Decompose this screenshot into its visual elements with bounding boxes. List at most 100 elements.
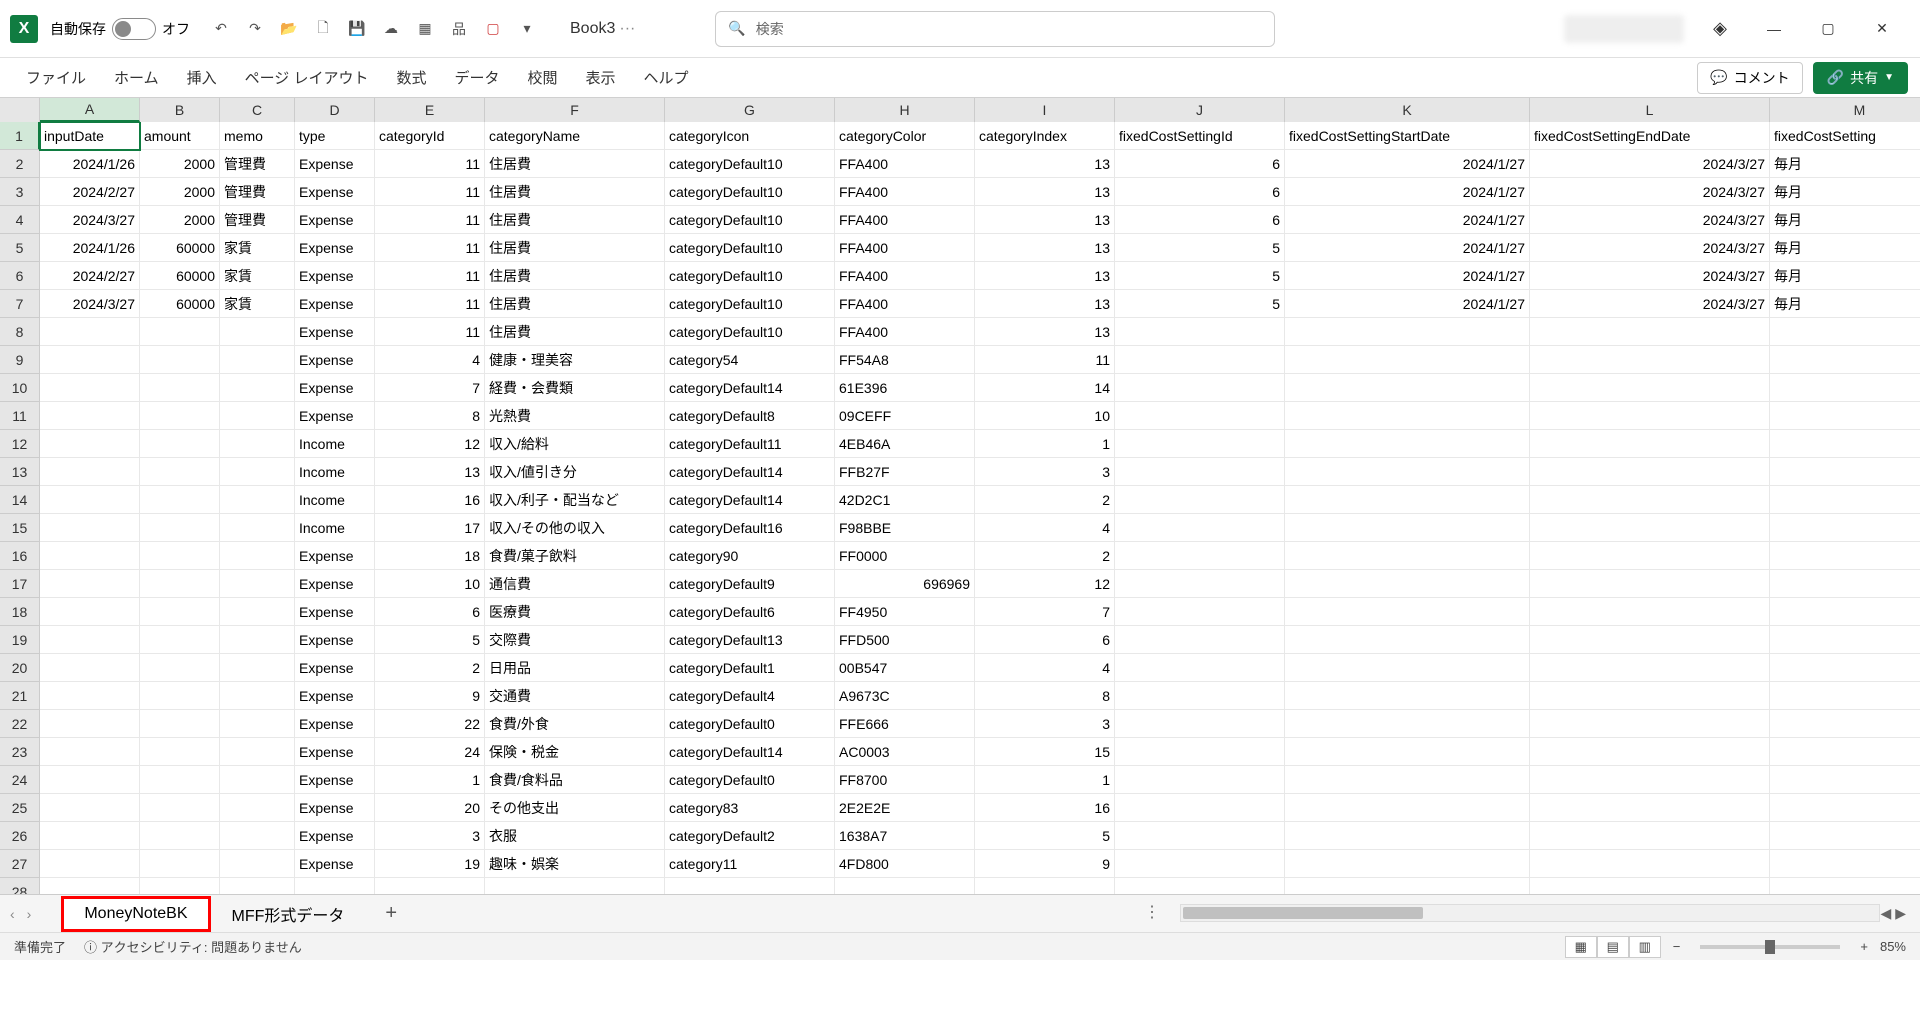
cell-H4[interactable]: FFA400	[835, 206, 975, 234]
cell-I15[interactable]: 4	[975, 514, 1115, 542]
column-header-J[interactable]: J	[1115, 98, 1285, 122]
cell-A14[interactable]	[40, 486, 140, 514]
cell-J12[interactable]	[1115, 430, 1285, 458]
cell-F11[interactable]: 光熱費	[485, 402, 665, 430]
cell-H21[interactable]: A9673C	[835, 682, 975, 710]
cell-G4[interactable]: categoryDefault10	[665, 206, 835, 234]
cell-I17[interactable]: 12	[975, 570, 1115, 598]
cell-C1[interactable]: memo	[220, 122, 295, 150]
cell-M1[interactable]: fixedCostSetting	[1770, 122, 1920, 150]
cell-C20[interactable]	[220, 654, 295, 682]
cell-G7[interactable]: categoryDefault10	[665, 290, 835, 318]
cell-L16[interactable]	[1530, 542, 1770, 570]
cell-D18[interactable]: Expense	[295, 598, 375, 626]
cell-I24[interactable]: 1	[975, 766, 1115, 794]
row-header-19[interactable]: 19	[0, 626, 40, 654]
row-header-26[interactable]: 26	[0, 822, 40, 850]
cell-E13[interactable]: 13	[375, 458, 485, 486]
cell-C16[interactable]	[220, 542, 295, 570]
ribbon-tab-表示[interactable]: 表示	[572, 59, 630, 96]
row-header-12[interactable]: 12	[0, 430, 40, 458]
cell-B1[interactable]: amount	[140, 122, 220, 150]
cell-L28[interactable]	[1530, 878, 1770, 894]
row-header-28[interactable]: 28	[0, 878, 40, 894]
cell-A26[interactable]	[40, 822, 140, 850]
column-header-C[interactable]: C	[220, 98, 295, 122]
cell-B14[interactable]	[140, 486, 220, 514]
cell-L12[interactable]	[1530, 430, 1770, 458]
cell-H24[interactable]: FF8700	[835, 766, 975, 794]
row-header-21[interactable]: 21	[0, 682, 40, 710]
cell-C12[interactable]	[220, 430, 295, 458]
cell-H6[interactable]: FFA400	[835, 262, 975, 290]
cell-F18[interactable]: 医療費	[485, 598, 665, 626]
cell-B18[interactable]	[140, 598, 220, 626]
sheet-next-icon[interactable]: ›	[27, 906, 32, 922]
cell-K10[interactable]	[1285, 374, 1530, 402]
zoom-slider[interactable]	[1700, 945, 1840, 949]
cell-A15[interactable]	[40, 514, 140, 542]
cell-M27[interactable]	[1770, 850, 1920, 878]
cell-C5[interactable]: 家賃	[220, 234, 295, 262]
row-header-25[interactable]: 25	[0, 794, 40, 822]
maximize-button[interactable]: ▢	[1810, 11, 1846, 47]
row-header-9[interactable]: 9	[0, 346, 40, 374]
cell-A24[interactable]	[40, 766, 140, 794]
cell-C27[interactable]	[220, 850, 295, 878]
cell-J23[interactable]	[1115, 738, 1285, 766]
save-button[interactable]: 💾	[344, 16, 370, 42]
cell-K9[interactable]	[1285, 346, 1530, 374]
cell-I21[interactable]: 8	[975, 682, 1115, 710]
cell-M22[interactable]	[1770, 710, 1920, 738]
cell-H19[interactable]: FFD500	[835, 626, 975, 654]
cell-D10[interactable]: Expense	[295, 374, 375, 402]
cell-H10[interactable]: 61E396	[835, 374, 975, 402]
cell-A3[interactable]: 2024/2/27	[40, 178, 140, 206]
minimize-button[interactable]: —	[1756, 11, 1792, 47]
cell-G6[interactable]: categoryDefault10	[665, 262, 835, 290]
cell-H5[interactable]: FFA400	[835, 234, 975, 262]
cell-K6[interactable]: 2024/1/27	[1285, 262, 1530, 290]
select-all-corner[interactable]	[0, 98, 40, 122]
row-header-3[interactable]: 3	[0, 178, 40, 206]
cell-B21[interactable]	[140, 682, 220, 710]
cell-L9[interactable]	[1530, 346, 1770, 374]
cell-G28[interactable]	[665, 878, 835, 894]
cell-C9[interactable]	[220, 346, 295, 374]
cell-A12[interactable]	[40, 430, 140, 458]
cell-F7[interactable]: 住居費	[485, 290, 665, 318]
cell-E24[interactable]: 1	[375, 766, 485, 794]
cell-I25[interactable]: 16	[975, 794, 1115, 822]
cell-G2[interactable]: categoryDefault10	[665, 150, 835, 178]
column-header-K[interactable]: K	[1285, 98, 1530, 122]
cell-L26[interactable]	[1530, 822, 1770, 850]
cell-F12[interactable]: 収入/給料	[485, 430, 665, 458]
autosave-toggle[interactable]	[112, 18, 156, 40]
column-header-L[interactable]: L	[1530, 98, 1770, 122]
add-sheet-button[interactable]: +	[385, 902, 397, 925]
cell-A9[interactable]	[40, 346, 140, 374]
cell-I22[interactable]: 3	[975, 710, 1115, 738]
cell-G18[interactable]: categoryDefault6	[665, 598, 835, 626]
cell-E7[interactable]: 11	[375, 290, 485, 318]
cell-B16[interactable]	[140, 542, 220, 570]
cell-M16[interactable]	[1770, 542, 1920, 570]
cell-L23[interactable]	[1530, 738, 1770, 766]
cell-H16[interactable]: FF0000	[835, 542, 975, 570]
cell-D27[interactable]: Expense	[295, 850, 375, 878]
cell-A27[interactable]	[40, 850, 140, 878]
cell-M3[interactable]: 毎月	[1770, 178, 1920, 206]
cell-H28[interactable]	[835, 878, 975, 894]
cell-J8[interactable]	[1115, 318, 1285, 346]
cell-B20[interactable]	[140, 654, 220, 682]
cell-J7[interactable]: 5	[1115, 290, 1285, 318]
zoom-level[interactable]: 85%	[1880, 939, 1906, 954]
cell-L14[interactable]	[1530, 486, 1770, 514]
cell-I13[interactable]: 3	[975, 458, 1115, 486]
cell-J9[interactable]	[1115, 346, 1285, 374]
ribbon-tab-校閲[interactable]: 校閲	[514, 59, 572, 96]
row-header-24[interactable]: 24	[0, 766, 40, 794]
cell-F19[interactable]: 交際費	[485, 626, 665, 654]
ribbon-tab-ファイル[interactable]: ファイル	[12, 59, 100, 96]
cell-D20[interactable]: Expense	[295, 654, 375, 682]
